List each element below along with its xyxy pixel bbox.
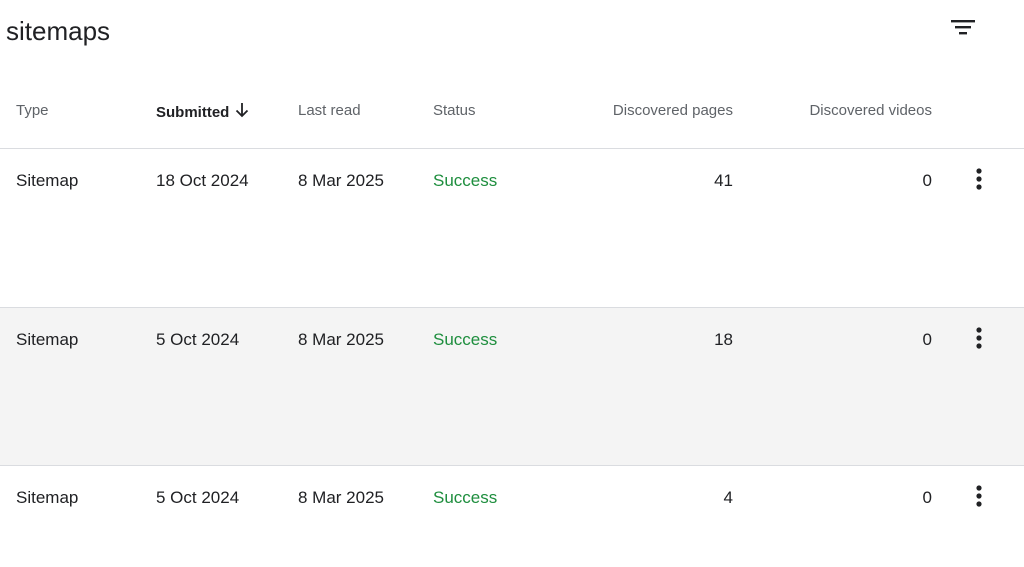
- cell-status: Success: [433, 330, 498, 349]
- cell-type: Sitemap: [16, 171, 79, 190]
- more-vert-icon: [976, 168, 982, 190]
- cell-status: Success: [433, 171, 498, 190]
- cell-discovered-pages: 41: [714, 171, 733, 190]
- cell-status: Success: [433, 488, 498, 507]
- filter-button[interactable]: [944, 12, 982, 46]
- more-vert-icon: [976, 327, 982, 349]
- cell-discovered-pages: 4: [723, 488, 733, 507]
- more-options-button[interactable]: [966, 165, 992, 195]
- cell-last-read: 8 Mar 2025: [298, 171, 384, 190]
- column-header-submitted-label: Submitted: [156, 104, 230, 121]
- cell-discovered-videos: 0: [922, 171, 932, 190]
- more-options-button[interactable]: [966, 324, 992, 354]
- more-options-button[interactable]: [966, 482, 992, 512]
- arrow-down-icon: [235, 102, 249, 122]
- cell-type: Sitemap: [16, 330, 79, 349]
- column-header-last-read[interactable]: Last read: [298, 102, 361, 119]
- table-row[interactable]: Sitemap 18 Oct 2024 8 Mar 2025 Success 4…: [0, 149, 1024, 307]
- cell-discovered-videos: 0: [922, 488, 932, 507]
- cell-discovered-pages: 18: [714, 330, 733, 349]
- table-row[interactable]: Sitemap 5 Oct 2024 8 Mar 2025 Success 18…: [0, 308, 1024, 466]
- table-header: Type Submitted Last read Status Discover…: [0, 92, 1024, 130]
- cell-submitted: 18 Oct 2024: [156, 171, 249, 190]
- cell-discovered-videos: 0: [922, 330, 932, 349]
- column-header-type[interactable]: Type: [16, 102, 49, 119]
- column-header-status[interactable]: Status: [433, 102, 476, 119]
- table-row[interactable]: Sitemap 5 Oct 2024 8 Mar 2025 Success 4 …: [0, 466, 1024, 567]
- column-header-discovered-videos[interactable]: Discovered videos: [809, 102, 932, 119]
- sitemaps-page: sitemaps Type Submitted Last read Status…: [0, 0, 1024, 567]
- cell-last-read: 8 Mar 2025: [298, 330, 384, 349]
- cell-submitted: 5 Oct 2024: [156, 488, 240, 507]
- column-header-submitted[interactable]: Submitted: [156, 102, 249, 122]
- more-vert-icon: [976, 485, 982, 507]
- column-header-discovered-pages[interactable]: Discovered pages: [613, 102, 733, 119]
- filter-icon: [951, 20, 975, 35]
- cell-submitted: 5 Oct 2024: [156, 330, 240, 349]
- cell-type: Sitemap: [16, 488, 79, 507]
- page-title: sitemaps: [6, 16, 111, 46]
- cell-last-read: 8 Mar 2025: [298, 488, 384, 507]
